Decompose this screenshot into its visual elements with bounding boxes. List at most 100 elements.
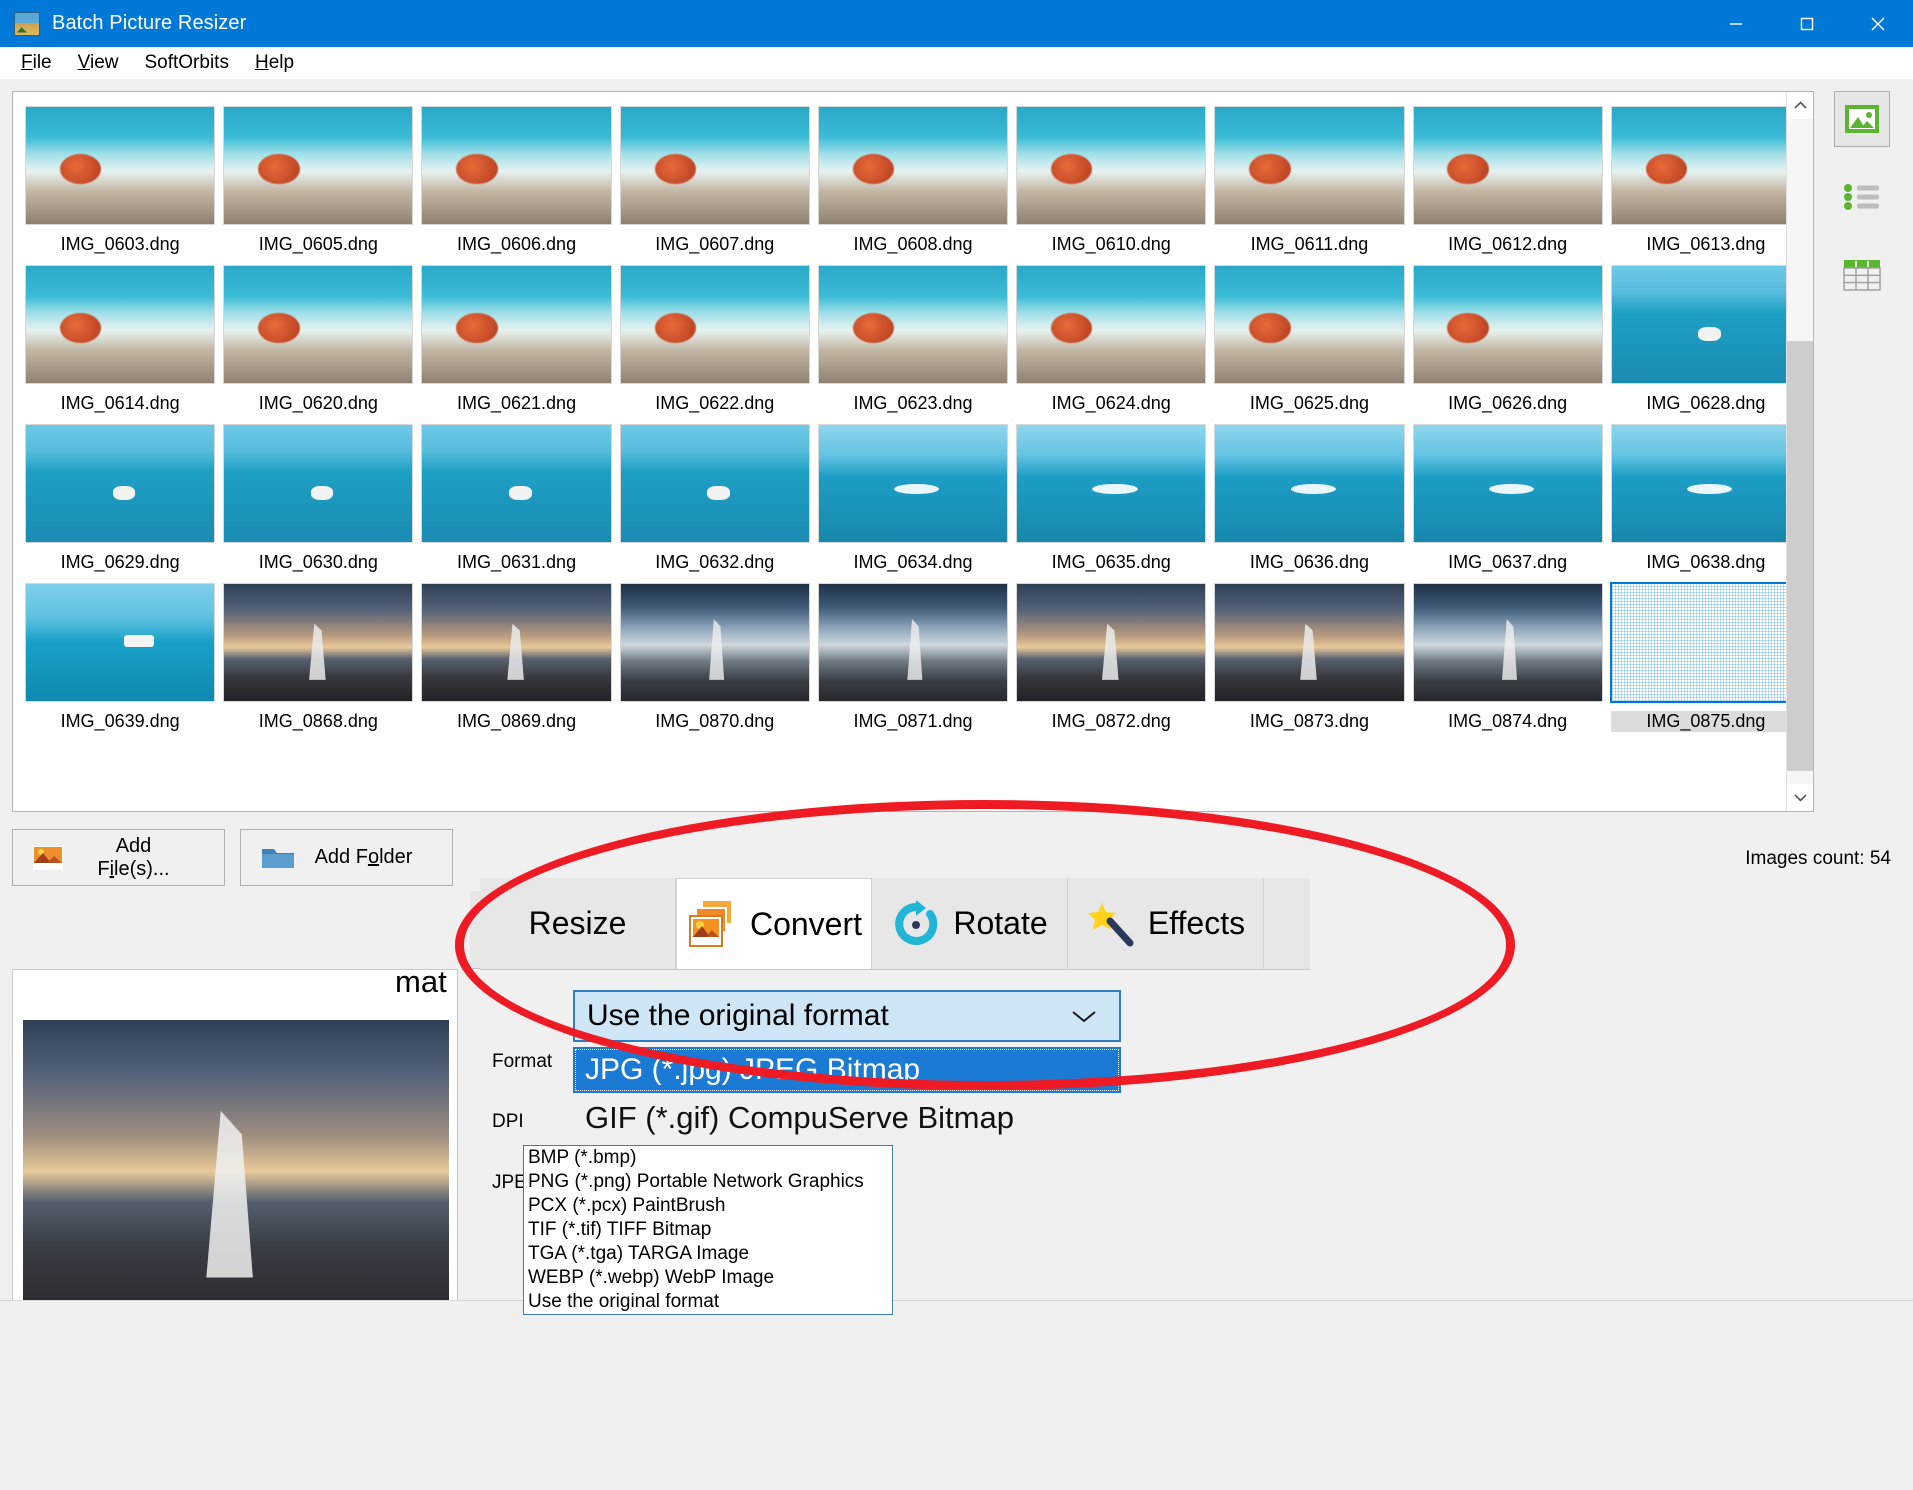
thumbnail-item[interactable]: IMG_0612.dng (1411, 98, 1605, 257)
thumbnail-item[interactable]: IMG_0607.dng (618, 98, 812, 257)
footer-bar: Destination D:\Results Use folder struct… (0, 1300, 1913, 1490)
maximize-icon[interactable] (1771, 0, 1842, 47)
thumbnail-label: IMG_0869.dng (457, 711, 577, 731)
thumbnail-label: IMG_0870.dng (655, 711, 775, 731)
thumbnail-item[interactable]: IMG_0872.dng (1014, 575, 1208, 734)
thumbnail-image (1214, 583, 1405, 702)
thumbnail-item[interactable]: IMG_0625.dng (1212, 257, 1406, 416)
thumbnail-item[interactable]: IMG_0614.dng (23, 257, 217, 416)
picture-app-icon (14, 11, 40, 36)
scroll-down-icon[interactable] (1787, 784, 1813, 811)
thumbnail-image (1609, 582, 1803, 703)
tab-settings[interactable] (1118, 891, 1280, 968)
thumbnail-item[interactable]: IMG_0637.dng (1411, 416, 1605, 575)
thumbnail-item[interactable]: IMG_0869.dng (419, 575, 613, 734)
tab-resize[interactable]: Resize (470, 891, 632, 968)
thumbnail-item[interactable]: IMG_0621.dng (419, 257, 613, 416)
thumbnail-item[interactable]: IMG_0870.dng (618, 575, 812, 734)
thumbnail-label: IMG_0874.dng (1448, 711, 1568, 731)
tab-rotate[interactable]: Rotate (794, 891, 956, 968)
thumbnail-image (421, 424, 612, 543)
thumbnail-image (619, 265, 810, 384)
thumbnail-item[interactable]: IMG_0629.dng (23, 416, 217, 575)
dpi-label: DPI (492, 1111, 524, 1132)
thumbnail-image (1610, 424, 1801, 543)
thumbnail-image (619, 106, 810, 225)
add-files-button[interactable]: Add File(s)... (12, 829, 225, 886)
format-dropdown-list[interactable]: BMP (*.bmp) PNG (*.png) Portable Network … (523, 1145, 893, 1315)
thumbnail-item[interactable]: IMG_0875.dng (1609, 575, 1803, 734)
format-option[interactable]: Use the original format (524, 1290, 892, 1314)
thumbnail-label: IMG_0629.dng (60, 552, 180, 572)
thumbnail-image (25, 424, 216, 543)
thumbnail-label: IMG_0872.dng (1051, 711, 1171, 731)
thumbnail-item[interactable]: IMG_0628.dng (1609, 257, 1803, 416)
thumbnail-item[interactable]: IMG_0624.dng (1014, 257, 1208, 416)
thumbnail-item[interactable]: IMG_0603.dng (23, 98, 217, 257)
menu-item-softorbits[interactable]: SoftOrbits (133, 49, 239, 77)
thumbnail-label: IMG_0636.dng (1249, 552, 1369, 572)
thumbnail-label: IMG_0625.dng (1249, 393, 1369, 413)
thumbnail-image (25, 265, 216, 384)
thumbnail-item[interactable]: IMG_0613.dng (1609, 98, 1803, 257)
close-icon[interactable] (1842, 0, 1913, 47)
thumbnail-item[interactable]: IMG_0874.dng (1411, 575, 1605, 734)
thumbnail-item[interactable]: IMG_0871.dng (816, 575, 1010, 734)
thumbnail-image (1412, 424, 1603, 543)
thumbnail-view-icon[interactable] (1834, 91, 1890, 147)
format-option[interactable]: BMP (*.bmp) (524, 1146, 892, 1170)
thumbnail-item[interactable]: IMG_0611.dng (1212, 98, 1406, 257)
thumbnail-label: IMG_0630.dng (258, 552, 378, 572)
tab-effects[interactable]: Effects (956, 891, 1118, 968)
thumbnail-item[interactable]: IMG_0632.dng (618, 416, 812, 575)
tab-convert-label: Convert (667, 914, 759, 945)
thumbnail-label: IMG_0611.dng (1250, 234, 1369, 254)
thumbnail-image (1412, 106, 1603, 225)
minimize-icon[interactable] (1700, 0, 1771, 47)
thumbnail-item[interactable]: IMG_0606.dng (419, 98, 613, 257)
menu-item-file[interactable]: File (10, 49, 63, 77)
table-view-icon[interactable] (1834, 247, 1890, 303)
thumbnail-item[interactable]: IMG_0610.dng (1014, 98, 1208, 257)
format-option[interactable]: TGA (*.tga) TARGA Image (524, 1242, 892, 1266)
thumbnail-item[interactable]: IMG_0620.dng (221, 257, 415, 416)
format-option[interactable]: WEBP (*.webp) WebP Image (524, 1266, 892, 1290)
thumbnail-label: IMG_0606.dng (457, 234, 577, 254)
thumbnail-item[interactable]: IMG_0623.dng (816, 257, 1010, 416)
thumbnail-item[interactable]: IMG_0626.dng (1411, 257, 1605, 416)
thumbnail-item[interactable]: IMG_0634.dng (816, 416, 1010, 575)
add-folder-button[interactable]: Add Folder (240, 829, 453, 886)
thumbnail-item[interactable]: IMG_0631.dng (419, 416, 613, 575)
thumbnail-item[interactable]: IMG_0630.dng (221, 416, 415, 575)
format-option[interactable]: PNG (*.png) Portable Network Graphics (524, 1170, 892, 1194)
thumbnail-label: IMG_0632.dng (655, 552, 775, 572)
thumbnail-scrollbar[interactable] (1786, 92, 1813, 811)
thumbnail-browser[interactable]: IMG_0603.dng IMG_0605.dng IMG_0606.dng IMG_… (12, 91, 1814, 812)
menu-item-help[interactable]: Help (244, 49, 305, 77)
thumbnail-image (1016, 583, 1207, 702)
thumbnail-image (1016, 424, 1207, 543)
format-option[interactable]: PCX (*.pcx) PaintBrush (524, 1194, 892, 1218)
scrollbar-thumb[interactable] (1787, 341, 1813, 771)
thumbnail-label: IMG_0626.dng (1448, 393, 1568, 413)
list-view-icon[interactable] (1834, 169, 1890, 225)
scrollbar-track[interactable] (1787, 119, 1813, 784)
thumbnail-label: IMG_0637.dng (1448, 552, 1568, 572)
thumbnail-item[interactable]: IMG_0622.dng (618, 257, 812, 416)
format-option[interactable]: TIF (*.tif) TIFF Bitmap (524, 1218, 892, 1242)
tab-convert[interactable]: Convert (631, 891, 795, 968)
thumbnail-item[interactable]: IMG_0605.dng (221, 98, 415, 257)
thumbnail-label: IMG_0620.dng (258, 393, 378, 413)
scroll-up-icon[interactable] (1787, 92, 1813, 119)
menu-item-view[interactable]: View (67, 49, 130, 77)
thumbnail-item[interactable]: IMG_0636.dng (1212, 416, 1406, 575)
thumbnail-item[interactable]: IMG_0635.dng (1014, 416, 1208, 575)
thumbnail-image (817, 424, 1009, 543)
thumbnail-item[interactable]: IMG_0639.dng (23, 575, 217, 734)
thumbnail-item[interactable]: IMG_0873.dng (1212, 575, 1406, 734)
thumbnail-item[interactable]: IMG_0638.dng (1609, 416, 1803, 575)
thumbnail-item[interactable]: IMG_0868.dng (221, 575, 415, 734)
title-bar: Batch Picture Resizer (0, 0, 1913, 47)
thumbnail-item[interactable]: IMG_0608.dng (816, 98, 1010, 257)
thumbnail-image (1214, 106, 1405, 225)
